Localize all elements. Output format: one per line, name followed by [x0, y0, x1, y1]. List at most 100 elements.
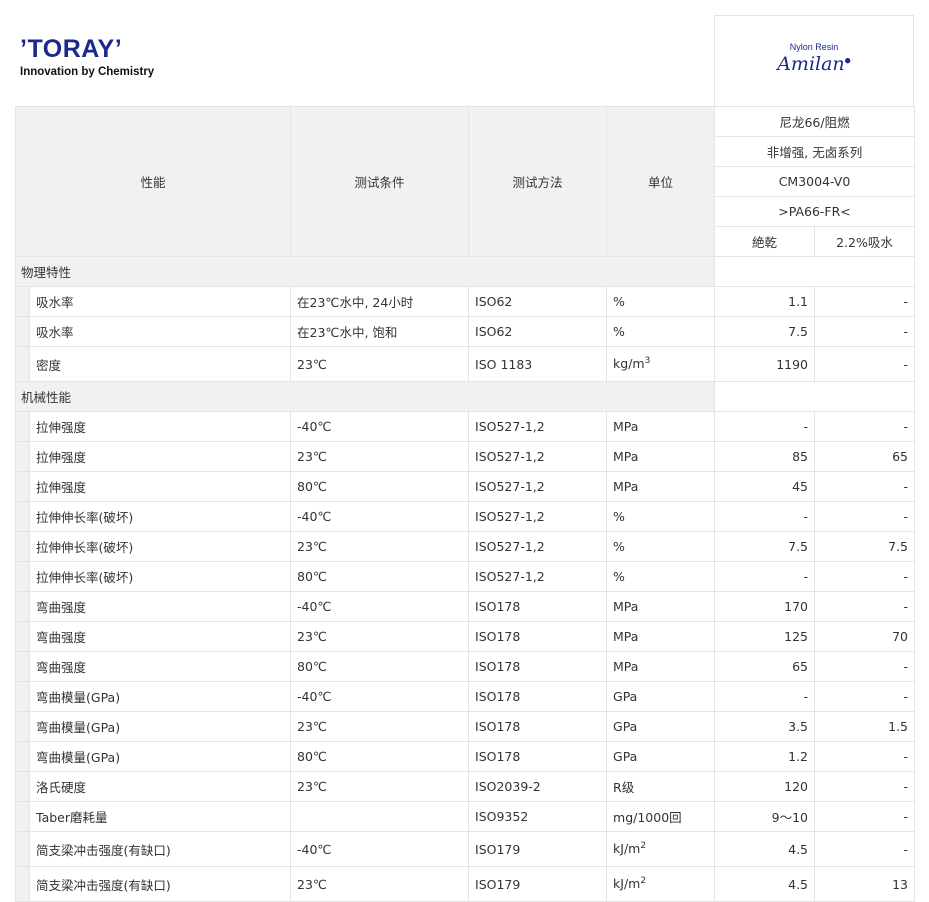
- cell-dry-value: -: [714, 501, 816, 532]
- table-row: 拉伸伸长率(破坏) -40℃ ISO527-1,2% - -: [15, 501, 916, 532]
- cell-property: 拉伸强度: [28, 471, 292, 502]
- cell-unit: GPa: [606, 681, 716, 712]
- row-indent: [15, 501, 30, 532]
- unit-text: GPa: [613, 749, 638, 764]
- row-indent: [15, 591, 30, 622]
- cell-condition: 80℃: [290, 741, 470, 772]
- cell-property: 拉伸伸长率(破坏): [28, 531, 292, 562]
- unit-text: %: [613, 294, 625, 309]
- cell-unit: %: [606, 561, 716, 592]
- row-indent: [15, 801, 30, 832]
- cell-wet-value: -: [814, 801, 916, 832]
- cell-property: 密度: [28, 346, 292, 382]
- unit-text: kg/m: [613, 356, 645, 372]
- cell-wet-value: -: [814, 771, 916, 802]
- cell-condition: -40℃: [290, 831, 470, 867]
- cell-property: 弯曲强度: [28, 651, 292, 682]
- cell-dry-value: 120: [714, 771, 816, 802]
- row-indent: [15, 741, 30, 772]
- header-product-type: 非增强, 无卤系列: [714, 136, 916, 167]
- cell-property: 洛氏硬度: [28, 771, 292, 802]
- cell-wet-value: 70: [814, 621, 916, 652]
- page-header: ’TORAY’ Innovation by Chemistry Nylon Re…: [0, 0, 929, 106]
- cell-unit: mg/1000回: [606, 801, 716, 832]
- cell-method: ISO527-1,2: [468, 471, 608, 502]
- header-product-grade: CM3004-V0: [714, 166, 916, 197]
- cell-unit: kJ/m2: [606, 866, 716, 902]
- unit-text: GPa: [613, 719, 638, 734]
- table-row: 密度 23℃ ISO 1183 kg/m3 1190-: [15, 346, 916, 382]
- cell-wet-value: -: [814, 741, 916, 772]
- cell-unit: MPa: [606, 591, 716, 622]
- section-empty-cell: [714, 381, 916, 412]
- cell-method: ISO9352: [468, 801, 608, 832]
- header-product-series: 尼龙66/阻燃: [714, 106, 916, 137]
- toray-logo: ’TORAY’ Innovation by Chemistry: [20, 36, 154, 78]
- unit-text: MPa: [613, 659, 639, 674]
- unit-text: MPa: [613, 479, 639, 494]
- cell-condition: 23℃: [290, 531, 470, 562]
- cell-property: 弯曲强度: [28, 621, 292, 652]
- amilan-product-line: Nylon Resin: [789, 42, 839, 52]
- cell-condition: -40℃: [290, 591, 470, 622]
- toray-tagline: Innovation by Chemistry: [20, 66, 155, 78]
- header-product-code: >PA66-FR<: [714, 196, 916, 227]
- cell-method: ISO178: [468, 591, 608, 622]
- cell-dry-value: -: [714, 681, 816, 712]
- cell-dry-value: 7.5: [714, 531, 816, 562]
- cell-method: ISO527-1,2: [468, 501, 608, 532]
- unit-text: MPa: [613, 599, 639, 614]
- spec-table-body: 物理特性 吸水率 在23℃水中, 24小时 ISO62% 1.1- 吸水率 在23℃水中, …: [14, 256, 916, 902]
- unit-text: %: [613, 509, 625, 524]
- cell-wet-value: 1.5: [814, 711, 916, 742]
- row-indent: [15, 651, 30, 682]
- cell-property: 拉伸伸长率(破坏): [28, 501, 292, 532]
- table-row: Taber磨耗量 ISO9352 mg/1000回 9～10-: [15, 801, 916, 832]
- cell-dry-value: -: [714, 561, 816, 592]
- cell-wet-value: -: [814, 831, 916, 867]
- cell-unit: MPa: [606, 471, 716, 502]
- cell-dry-value: 125: [714, 621, 816, 652]
- row-indent: [15, 286, 30, 317]
- header-unit: 单位: [606, 106, 716, 257]
- cell-condition: 23℃: [290, 711, 470, 742]
- row-indent: [15, 866, 30, 902]
- cell-dry-value: 1.1: [714, 286, 816, 317]
- row-indent: [15, 316, 30, 347]
- cell-unit: MPa: [606, 621, 716, 652]
- cell-condition: 80℃: [290, 471, 470, 502]
- cell-dry-value: 3.5: [714, 711, 816, 742]
- cell-unit: %: [606, 316, 716, 347]
- unit-text: %: [613, 539, 625, 554]
- cell-condition: 23℃: [290, 441, 470, 472]
- header-wet: 2.2%吸水: [814, 226, 916, 257]
- cell-method: ISO178: [468, 651, 608, 682]
- unit-text: MPa: [613, 629, 639, 644]
- cell-dry-value: 4.5: [714, 831, 816, 867]
- section-empty-cell: [714, 256, 916, 287]
- cell-method: ISO527-1,2: [468, 411, 608, 442]
- cell-dry-value: 1190: [714, 346, 816, 382]
- cell-property: 简支梁冲击强度(有缺口): [28, 831, 292, 867]
- cell-property: 拉伸强度: [28, 441, 292, 472]
- cell-method: ISO62: [468, 286, 608, 317]
- cell-wet-value: 7.5: [814, 531, 916, 562]
- spec-table: 性能 测试条件 测试方法 单位 尼龙66/阻燃 非增强, 无卤系列 CM3004…: [14, 106, 916, 902]
- row-indent: [15, 561, 30, 592]
- table-row: 简支梁冲击强度(有缺口) -40℃ ISO179 kJ/m2 4.5-: [15, 831, 916, 867]
- cell-condition: -40℃: [290, 501, 470, 532]
- table-row: 弯曲强度 23℃ ISO178 MPa 125 70: [15, 621, 916, 652]
- table-row: 吸水率 在23℃水中, 24小时 ISO62% 1.1-: [15, 286, 916, 317]
- row-indent: [15, 471, 30, 502]
- unit-text: MPa: [613, 419, 639, 434]
- table-row: 简支梁冲击强度(有缺口) 23℃ ISO179 kJ/m2 4.5 13: [15, 866, 916, 902]
- cell-property: 拉伸伸长率(破坏): [28, 561, 292, 592]
- header-condition: 测试条件: [290, 106, 470, 257]
- table-row: 拉伸伸长率(破坏) 23℃ ISO527-1,2% 7.5 7.5: [15, 531, 916, 562]
- cell-wet-value: -: [814, 681, 916, 712]
- cell-method: ISO178: [468, 711, 608, 742]
- row-indent: [15, 831, 30, 867]
- cell-condition: -40℃: [290, 411, 470, 442]
- unit-text: R级: [613, 780, 635, 795]
- cell-method: ISO527-1,2: [468, 441, 608, 472]
